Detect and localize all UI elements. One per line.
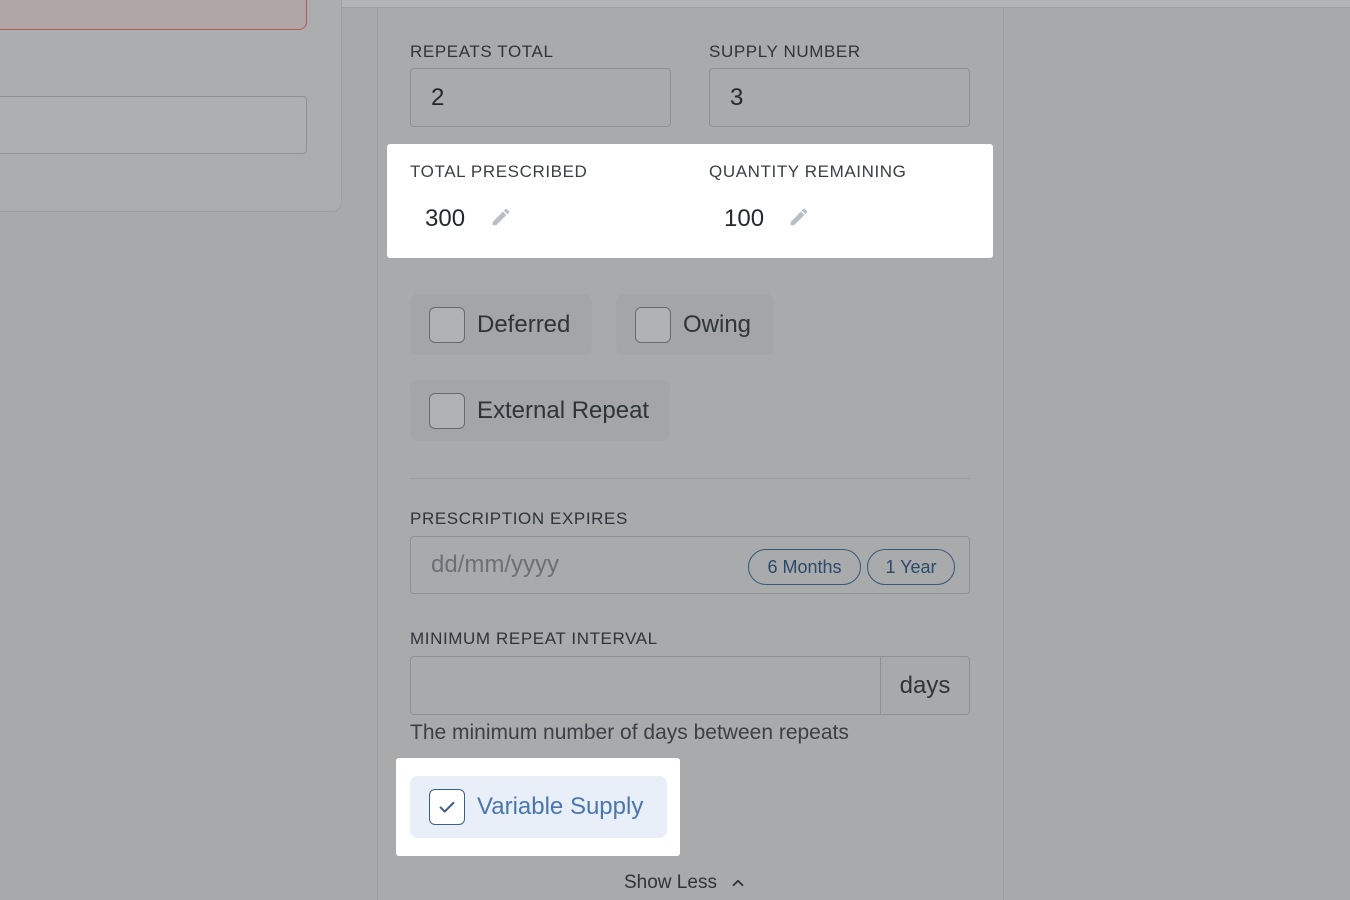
supply-number-value: 3 — [730, 83, 744, 111]
interval-helper-text: The minimum number of days between repea… — [410, 721, 849, 744]
pencil-icon[interactable] — [490, 206, 512, 228]
days-unit-addon: days — [880, 656, 970, 715]
show-less-label: Show Less — [624, 872, 717, 893]
external-repeat-label: External Repeat — [477, 396, 650, 424]
one-year-button[interactable]: 1 Year — [867, 549, 955, 585]
show-less-button[interactable]: Show Less — [624, 872, 747, 894]
checkbox-box[interactable] — [429, 306, 465, 343]
deferred-label: Deferred — [477, 310, 571, 338]
left-input[interactable] — [0, 96, 307, 154]
checkbox-box[interactable] — [635, 306, 671, 343]
total-prescribed-value: 300 — [425, 205, 466, 232]
variable-supply-label: Variable Supply — [477, 793, 644, 820]
supply-number-input[interactable]: 3 — [709, 68, 970, 127]
repeats-total-input[interactable]: 2 — [410, 68, 671, 127]
left-error-input[interactable] — [0, 0, 307, 30]
checkmark-icon — [439, 801, 455, 813]
minimum-repeat-interval-label: MINIMUM REPEAT INTERVAL — [410, 629, 658, 648]
owing-label: Owing — [683, 310, 752, 338]
external-repeat-checkbox[interactable]: External Repeat — [410, 380, 670, 441]
pencil-icon[interactable] — [788, 206, 810, 228]
quantity-remaining-value: 100 — [724, 205, 765, 232]
prescription-expires-label: PRESCRIPTION EXPIRES — [410, 509, 628, 528]
repeats-total-value: 2 — [431, 83, 445, 111]
date-placeholder: dd/mm/yyyy — [431, 551, 560, 578]
chevron-up-icon — [732, 879, 744, 887]
checkbox-box[interactable] — [429, 392, 465, 429]
supply-number-label: SUPPLY NUMBER — [709, 42, 861, 61]
checkbox-box-checked[interactable] — [429, 789, 465, 825]
minimum-repeat-interval-input[interactable] — [410, 656, 881, 715]
six-months-button[interactable]: 6 Months — [748, 549, 861, 585]
quantity-remaining-label: QUANTITY REMAINING — [709, 162, 907, 181]
total-prescribed-label: TOTAL PRESCRIBED — [410, 162, 588, 181]
section-divider — [410, 478, 970, 479]
repeats-total-label: REPEATS TOTAL — [410, 42, 554, 61]
prescription-expires-input[interactable]: dd/mm/yyyy 6 Months 1 Year — [410, 536, 970, 594]
variable-supply-checkbox[interactable]: Variable Supply — [410, 776, 667, 838]
owing-checkbox[interactable]: Owing — [616, 294, 774, 355]
deferred-checkbox[interactable]: Deferred — [410, 294, 592, 355]
quantities-highlight: TOTAL PRESCRIBED 300 QUANTITY REMAINING … — [387, 144, 993, 258]
